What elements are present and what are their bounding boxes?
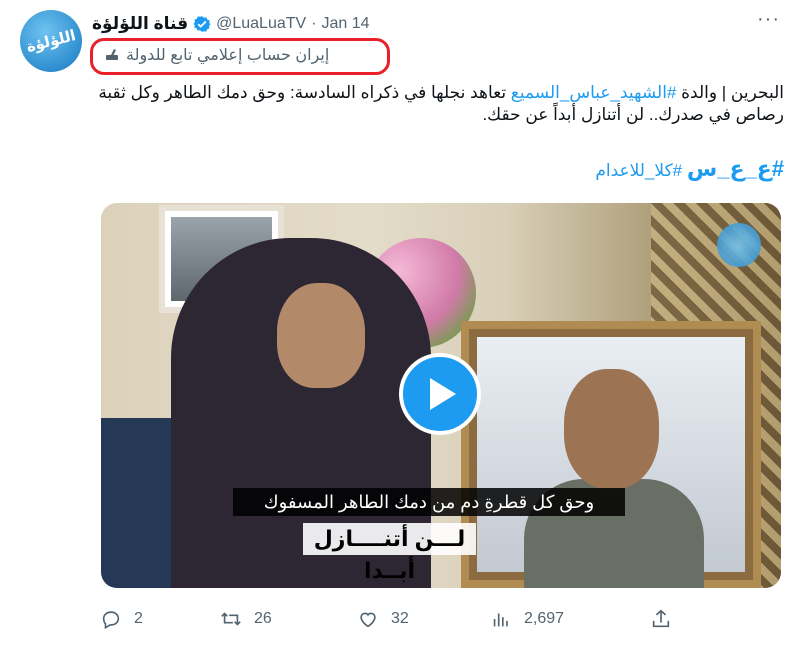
heart-icon [360, 612, 376, 628]
like-button[interactable]: 32 [357, 604, 409, 634]
retweet-count: 26 [254, 610, 272, 627]
verified-badge-icon [193, 16, 211, 32]
play-icon [430, 378, 456, 410]
portrait-frame [461, 321, 761, 588]
retweet-button[interactable]: 26 [220, 604, 272, 634]
tweet-actions: 2 26 32 2,697 [92, 604, 692, 634]
woman-face [277, 283, 365, 388]
video-caption-line2: لـــن أتنــــازل أبــدا [303, 523, 476, 583]
avatar[interactable]: اللؤلؤة [20, 10, 82, 72]
share-button[interactable] [650, 604, 672, 634]
state-media-icon [106, 49, 118, 60]
views-button[interactable]: 2,697 [490, 604, 564, 634]
state-media-label-text: إيران حساب إعلامي تابع للدولة [126, 47, 330, 64]
like-count: 32 [391, 610, 409, 627]
hashtag-link[interactable]: #الشهيد_عباس_السميع [511, 83, 677, 102]
hashtag-line: #ع_ع_س #كلا_للاعدام [92, 158, 784, 182]
reply-count: 2 [134, 610, 143, 627]
tweet-text: البحرين | والدة #الشهيد_عباس_السميع تعاه… [92, 82, 784, 126]
reply-button[interactable]: 2 [100, 604, 143, 634]
play-button[interactable] [399, 353, 481, 435]
timestamp[interactable]: Jan 14 [322, 15, 370, 33]
share-icon [652, 609, 670, 628]
state-media-label[interactable]: إيران حساب إعلامي تابع للدولة [104, 45, 329, 65]
handle[interactable]: @LuaLuaTV [216, 15, 306, 33]
views-chart-icon [493, 613, 508, 627]
views-count: 2,697 [524, 610, 565, 627]
display-name[interactable]: قناة اللؤلؤة [92, 14, 188, 34]
separator: · [311, 15, 317, 32]
tweet-header: قناة اللؤلؤة @LuaLuaTV · Jan 14 [92, 12, 782, 36]
tweet-prefix: البحرين | والدة [676, 83, 784, 102]
hashtag-link[interactable]: #كلا_للاعدام [595, 161, 682, 180]
hashtag-link[interactable]: #ع_ع_س [687, 156, 784, 181]
channel-watermark [717, 223, 761, 267]
more-dots-icon[interactable]: ··· [757, 8, 780, 31]
avatar-logo-text: اللؤلؤة [24, 26, 78, 56]
reply-icon [102, 611, 120, 630]
retweet-icon [221, 612, 241, 626]
video-caption-line1: وحق كل قطرةِ دم من دمك الطاهر المسفوك [233, 488, 625, 516]
